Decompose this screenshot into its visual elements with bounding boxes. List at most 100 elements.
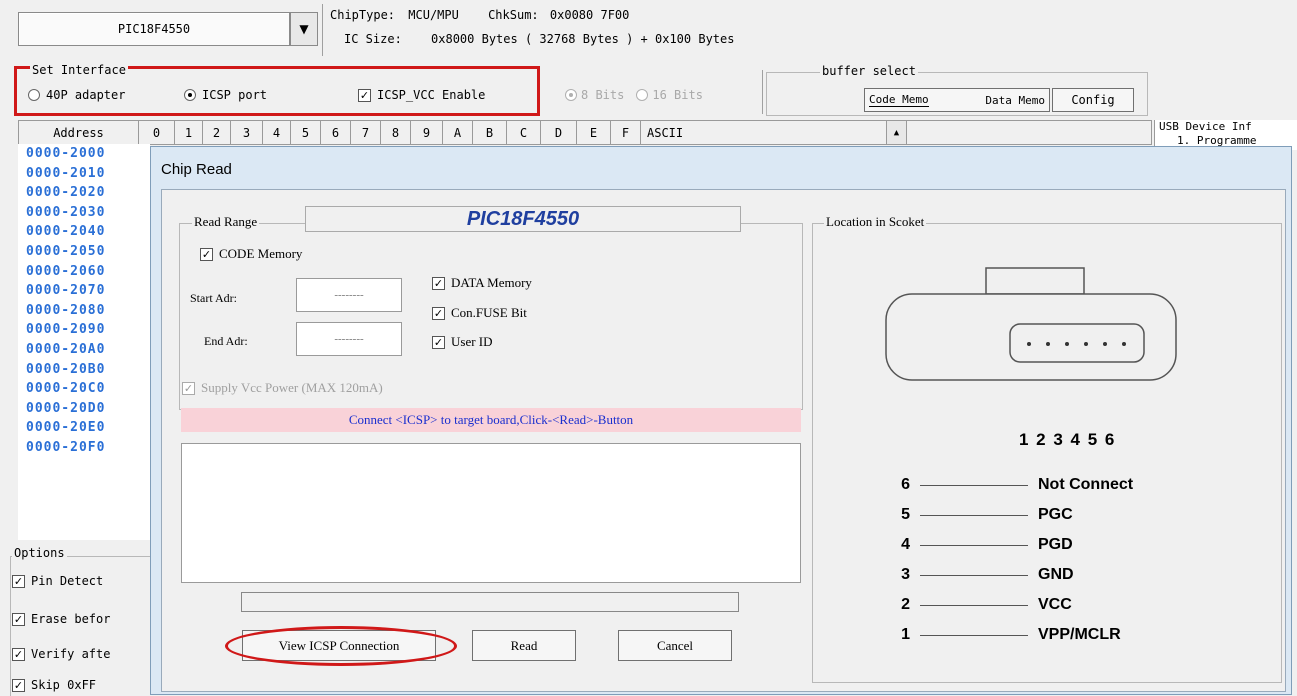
radio-selected-icon [184, 89, 196, 101]
checkbox-con-fuse[interactable]: ✓ Con.FUSE Bit [432, 305, 527, 321]
chip-type-line: ChipType: MCU/MPU ChkSum: 0x0080 7F00 [330, 8, 629, 22]
checkbox-icsp-vcc[interactable]: ✓ ICSP_VCC Enable [358, 88, 485, 102]
address-row: 0000-20B0 [26, 361, 106, 377]
chip-dropdown-button[interactable]: ▼ [290, 12, 318, 46]
end-adr-input[interactable]: -------- [296, 322, 402, 356]
pin-name: VCC [1038, 596, 1072, 613]
chip-select-combobox[interactable]: PIC18F4550 [18, 12, 290, 46]
hex-column-header: F [611, 121, 641, 144]
start-adr-label: Start Adr: [190, 291, 237, 305]
options-title: Options [12, 546, 67, 560]
pin-line [920, 604, 1028, 606]
checkmark-icon: ✓ [12, 612, 25, 626]
ic-size-value: 0x8000 Bytes ( 32768 Bytes ) + 0x100 Byt… [431, 32, 735, 46]
data-memo-tab[interactable]: Data Memo [985, 94, 1045, 107]
address-row: 0000-2090 [26, 322, 106, 338]
verify-after-label: Verify afte [31, 647, 111, 661]
end-adr-label: End Adr: [204, 334, 248, 348]
option-pin-detect[interactable]: ✓ Pin Detect [12, 574, 103, 588]
address-row: 0000-2040 [26, 224, 106, 240]
status-message: Connect <ICSP> to target board,Click-<Re… [181, 408, 801, 432]
bits-radio-group: 8 Bits 16 Bits [565, 88, 703, 102]
con-fuse-label: Con.FUSE Bit [451, 305, 527, 320]
address-list: 0000-2000 0000-2010 0000-2020 0000-2030 0000… [18, 144, 150, 540]
address-row: 0000-2080 [26, 302, 106, 318]
chip-type-value: MCU/MPU [408, 8, 459, 22]
hex-column-header: 0 [139, 121, 175, 144]
ic-size-label: IC Size: [344, 32, 402, 46]
icsp-vcc-label: ICSP_VCC Enable [377, 88, 486, 102]
hex-column-header: D [541, 121, 577, 144]
address-header-text: Address [53, 125, 104, 140]
icsp-connector-icon [882, 264, 1182, 384]
scroll-up-button[interactable]: ▲ [887, 121, 907, 144]
option-skip-ff[interactable]: ✓ Skip 0xFF [12, 678, 96, 692]
hex-column-header: 5 [291, 121, 321, 144]
hex-column-header: 3 [231, 121, 263, 144]
radio-icsp-label: ICSP port [202, 88, 268, 102]
code-memo-tab[interactable]: Code Memo [869, 93, 929, 107]
chip-select-value: PIC18F4550 [117, 22, 191, 36]
pin-name: Not Connect [1038, 476, 1134, 493]
radio-8bits-label: 8 Bits [581, 88, 625, 102]
log-textarea[interactable] [181, 443, 801, 583]
address-row: 0000-2020 [26, 185, 106, 201]
pin-line [920, 544, 1028, 546]
address-row: 0000-2030 [26, 204, 106, 220]
pin-row: 6 Not Connect [896, 476, 1133, 494]
checkbox-code-memory[interactable]: ✓ CODE Memory [200, 246, 302, 262]
hex-column-header: 7 [351, 121, 381, 144]
checkmark-icon: ✓ [12, 678, 25, 692]
checkmark-icon: ✓ [12, 574, 25, 588]
radio-40p-adapter[interactable]: 40P adapter [28, 88, 125, 102]
chevron-down-icon: ▼ [299, 22, 309, 36]
hex-column-header: 8 [381, 121, 411, 144]
hex-grid-header: Address 0123456789ABCDEF ASCII ▲ [18, 120, 1152, 145]
pin-numbers: 1 2 3 4 5 6 [1019, 430, 1115, 449]
pin-line [920, 574, 1028, 576]
location-title: Location in Scoket [824, 214, 927, 230]
pin-line [920, 484, 1028, 486]
set-interface-title: Set Interface [30, 63, 128, 77]
address-row: 0000-2010 [26, 165, 106, 181]
config-button[interactable]: Config [1052, 88, 1134, 112]
ic-size-line: IC Size: 0x8000 Bytes ( 32768 Bytes ) + … [344, 32, 734, 46]
ascii-column-header: ASCII [641, 121, 887, 144]
option-verify-after[interactable]: ✓ Verify afte [12, 647, 110, 661]
pin-number: 1 [901, 626, 910, 643]
code-memory-label: CODE Memory [219, 246, 303, 261]
user-id-label: User ID [451, 334, 493, 349]
address-row: 0000-20F0 [26, 439, 106, 455]
checkbox-user-id[interactable]: ✓ User ID [432, 334, 493, 350]
hex-column-headers: 0123456789ABCDEF [139, 121, 641, 144]
pin-row: 3 GND [896, 566, 1074, 584]
buffer-tabs: Code Memo Data Memo [864, 88, 1050, 112]
read-button[interactable]: Read [472, 630, 576, 661]
dialog-client-area: Read Range PIC18F4550 ✓ CODE Memory ✓ DATA… [161, 189, 1286, 692]
hex-column-header: 9 [411, 121, 443, 144]
cancel-button-label: Cancel [656, 637, 694, 653]
checkmark-icon: ✓ [432, 276, 445, 290]
cancel-button[interactable]: Cancel [618, 630, 732, 661]
highlight-ellipse [225, 626, 457, 666]
radio-icsp-port[interactable]: ICSP port [184, 88, 267, 102]
pin-line [920, 634, 1028, 636]
pin-name: GND [1038, 566, 1074, 583]
dialog-chip-name: PIC18F4550 [305, 206, 741, 232]
chip-read-dialog: Chip Read Read Range PIC18F4550 ✓ CODE Me… [150, 146, 1292, 695]
checkbox-data-memory[interactable]: ✓ DATA Memory [432, 275, 532, 291]
address-column-header: Address [19, 121, 139, 144]
option-erase-before[interactable]: ✓ Erase befor [12, 612, 110, 626]
start-adr-input[interactable]: -------- [296, 278, 402, 312]
address-row: 0000-20C0 [26, 381, 106, 397]
pin-number: 6 [901, 476, 910, 493]
hex-column-header: E [577, 121, 611, 144]
radio-disabled-selected-icon [565, 89, 577, 101]
hex-column-header: C [507, 121, 541, 144]
ascii-header-text: ASCII [647, 125, 684, 140]
checkmark-icon: ✓ [432, 306, 445, 320]
address-row: 0000-2050 [26, 243, 106, 259]
checkmark-icon: ✓ [358, 88, 371, 102]
arrow-up-icon: ▲ [893, 127, 900, 138]
address-row: 0000-2000 [26, 146, 106, 161]
